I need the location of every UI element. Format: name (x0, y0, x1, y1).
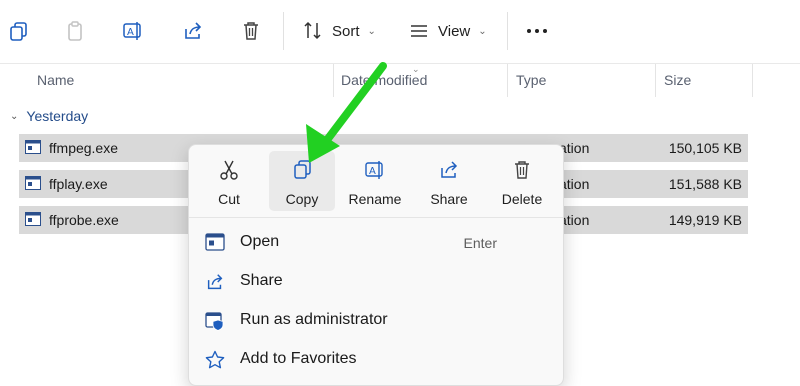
rename-label: Rename (348, 191, 402, 207)
column-divider[interactable] (507, 64, 508, 97)
menu-item-share[interactable]: Share (189, 264, 563, 300)
copy-icon (291, 159, 313, 181)
menu-item-label: Open (240, 233, 280, 250)
context-menu: Cut Copy A Rename Share Delete Open Ente… (188, 144, 564, 386)
menu-item-add-to-favorites[interactable]: Add to Favorites (189, 342, 563, 378)
chevron-down-icon: ⌄ (478, 25, 487, 37)
delete-toolbar-button[interactable] (238, 14, 264, 48)
copy-toolbar-button[interactable] (6, 14, 32, 48)
share-button[interactable]: Share (416, 151, 482, 211)
column-divider[interactable] (333, 64, 334, 97)
context-menu-quick-actions: Cut Copy A Rename Share Delete (189, 145, 563, 217)
file-name: ffprobe.exe (49, 212, 119, 228)
column-divider[interactable] (752, 64, 753, 97)
trash-icon (511, 159, 533, 181)
view-button[interactable]: View ⌄ (406, 14, 487, 48)
rename-icon: A (364, 159, 386, 181)
menu-item-label: Add to Favorites (240, 350, 357, 367)
chevron-down-icon: ⌄ (367, 25, 376, 37)
copy-icon (6, 18, 32, 44)
rename-button[interactable]: A Rename (342, 151, 408, 211)
share-toolbar-button[interactable] (180, 14, 206, 48)
rename-toolbar-button[interactable]: A (120, 14, 146, 48)
sort-label: Sort (332, 22, 360, 40)
chevron-down-icon: ⌄ (10, 110, 19, 122)
exe-file-icon (25, 176, 41, 190)
star-icon (205, 350, 225, 370)
clipboard-icon (62, 18, 88, 44)
copy-button[interactable]: Copy (269, 151, 335, 211)
svg-text:A: A (127, 27, 134, 38)
command-bar: A Sort ⌄ View ⌄ (0, 0, 800, 63)
context-menu-divider (189, 217, 563, 218)
shield-app-icon (205, 311, 225, 331)
app-window-icon (205, 233, 225, 253)
group-header-yesterday[interactable]: ⌄ Yesterday (10, 108, 88, 124)
share-icon (438, 159, 460, 181)
toolbar-divider (283, 12, 284, 50)
shortcut-text: Enter (463, 235, 497, 251)
delete-label: Delete (501, 191, 543, 207)
rename-icon: A (120, 18, 146, 44)
toolbar-divider (507, 12, 508, 50)
menu-item-label: Share (240, 272, 283, 289)
column-header-date-modified[interactable]: Date modified (341, 72, 427, 88)
file-name: ffplay.exe (49, 176, 108, 192)
column-header-bar: Name ⌄ Date modified Type Size (0, 63, 800, 97)
view-label: View (438, 22, 471, 40)
trash-icon (238, 18, 264, 44)
column-header-name[interactable]: Name (37, 72, 74, 88)
sort-icon (300, 18, 326, 44)
menu-item-run-as-administrator[interactable]: Run as administrator (189, 303, 563, 339)
svg-text:A: A (369, 166, 376, 177)
column-header-type[interactable]: Type (516, 72, 546, 88)
share-icon (180, 18, 206, 44)
copy-label: Copy (285, 191, 319, 207)
column-header-size[interactable]: Size (664, 72, 691, 88)
ellipsis-icon (524, 18, 550, 44)
share-icon (205, 272, 225, 292)
paste-toolbar-button[interactable] (62, 14, 88, 48)
file-name: ffmpeg.exe (49, 140, 119, 156)
menu-item-label: Run as administrator (240, 311, 388, 328)
scissors-icon (218, 159, 240, 181)
file-size: 150,105 KB (668, 140, 742, 156)
exe-file-icon (25, 212, 41, 226)
more-options-button[interactable] (524, 14, 550, 48)
sort-button[interactable]: Sort ⌄ (300, 14, 376, 48)
group-label: Yesterday (26, 108, 89, 124)
file-size: 149,919 KB (668, 212, 742, 228)
view-lines-icon (406, 18, 432, 44)
file-size: 151,588 KB (668, 176, 742, 192)
menu-item-open[interactable]: Open Enter (189, 225, 563, 261)
cut-label: Cut (218, 191, 240, 207)
column-divider[interactable] (655, 64, 656, 97)
delete-button[interactable]: Delete (489, 151, 555, 211)
cut-button[interactable]: Cut (196, 151, 262, 211)
share-label: Share (430, 191, 468, 207)
exe-file-icon (25, 140, 41, 154)
